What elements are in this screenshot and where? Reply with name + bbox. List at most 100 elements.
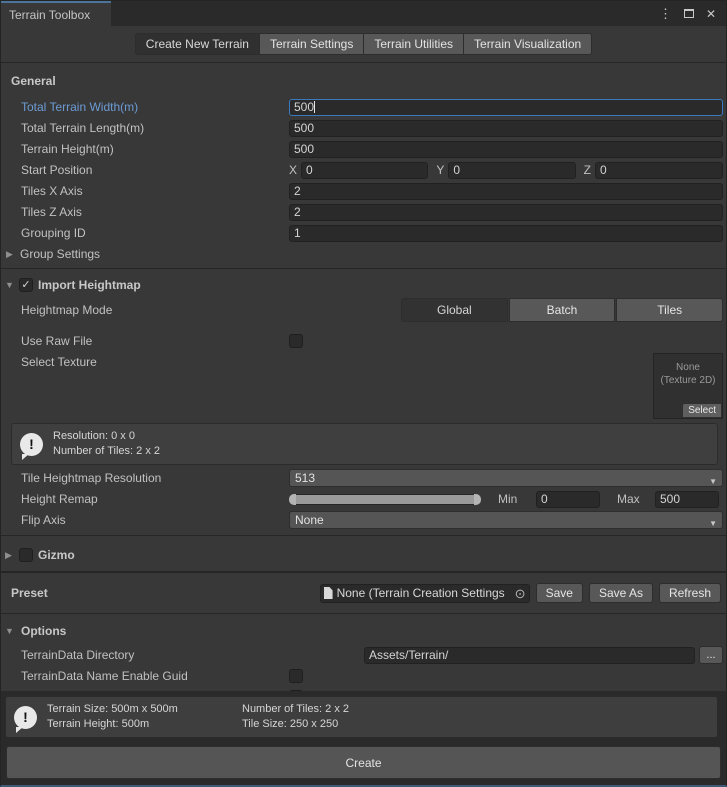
slider-max-handle[interactable] [474, 494, 481, 505]
tile-size-text: Tile Size: 250 x 250 [242, 717, 349, 732]
grouping-id-input[interactable]: 1 [289, 225, 723, 242]
flip-axis-dropdown[interactable]: None ▼ [289, 511, 723, 529]
mode-button-label: Global [437, 303, 472, 317]
save-as-button[interactable]: Save As [589, 583, 653, 603]
heightmap-mode-label: Heightmap Mode [21, 303, 112, 317]
total-terrain-width-input[interactable]: 500 [289, 99, 723, 116]
mode-button-label: Tiles [657, 303, 682, 317]
start-position-z: Z 0 [584, 162, 723, 179]
total-terrain-length-label: Total Terrain Length(m) [21, 121, 289, 135]
close-icon[interactable]: ✕ [706, 8, 716, 20]
create-button[interactable]: Create [6, 746, 721, 779]
tab-terrain-settings[interactable]: Terrain Settings [259, 33, 364, 55]
y-axis-label: Y [436, 163, 444, 177]
exclaim-glyph: ! [23, 709, 28, 725]
import-heightmap-label: Import Heightmap [38, 278, 141, 292]
browse-button[interactable]: ... [699, 646, 723, 664]
start-position-y: Y 0 [436, 162, 575, 179]
tiles-line: Number of Tiles: 2 x 2 [53, 444, 160, 459]
window-menu-icon[interactable]: ⋮ [659, 7, 672, 20]
main-content: General Total Terrain Width(m) 500 Total… [1, 63, 726, 691]
select-texture-row: Select Texture None (Texture 2D) Select [1, 353, 726, 419]
summary-right-column: Number of Tiles: 2 x 2 Tile Size: 250 x … [242, 702, 349, 732]
save-button[interactable]: Save [536, 583, 583, 603]
height-remap-max-input[interactable]: 500 [655, 491, 719, 508]
total-terrain-width-row: Total Terrain Width(m) 500 [1, 97, 726, 117]
total-terrain-length-row: Total Terrain Length(m) 500 [1, 118, 726, 138]
terraindata-directory-label: TerrainData Directory [21, 648, 364, 662]
min-label: Min [498, 492, 528, 506]
gizmo-checkbox[interactable] [19, 548, 33, 562]
terrain-size-text: Terrain Size: 500m x 500m [47, 702, 242, 717]
tab-terrain-visualization[interactable]: Terrain Visualization [463, 33, 592, 55]
terrain-height-input[interactable]: 500 [289, 141, 723, 158]
tiles-z-axis-row: Tiles Z Axis 2 [1, 202, 726, 222]
terrain-toolbox-window: Terrain Toolbox ⋮ ✕ Create New Terrain T… [0, 0, 727, 787]
start-position-z-input[interactable]: 0 [595, 162, 723, 179]
foldout-closed-icon: ▶ [6, 249, 20, 260]
grouping-id-row: Grouping ID 1 [1, 223, 726, 243]
terrain-height-row: Terrain Height(m) 500 [1, 139, 726, 159]
mode-button-label: Batch [547, 303, 578, 317]
tiles-z-axis-input[interactable]: 2 [289, 204, 723, 221]
texture-none-line1: None [654, 361, 722, 374]
preset-label: Preset [11, 586, 48, 600]
import-heightmap-checkbox[interactable]: ✓ [19, 278, 33, 292]
start-position-fields: X 0 Y 0 Z 0 [289, 162, 723, 179]
text-caret [314, 101, 315, 113]
terraindata-name-guid-label: TerrainData Name Enable Guid [21, 669, 289, 683]
total-terrain-length-input[interactable]: 500 [289, 120, 723, 137]
import-heightmap-header-row: ▼ ✓ Import Heightmap [1, 275, 726, 295]
foldout-closed-icon[interactable]: ▶ [5, 550, 19, 561]
select-texture-label: Select Texture [21, 355, 289, 369]
terrain-height-label: Terrain Height(m) [21, 142, 289, 156]
tab-create-new-terrain[interactable]: Create New Terrain [135, 33, 260, 55]
resolution-helpbox: ! Resolution: 0 x 0 Number of Tiles: 2 x… [11, 423, 718, 465]
use-raw-file-checkbox[interactable] [289, 334, 303, 348]
terraindata-name-guid-checkbox[interactable] [289, 669, 303, 683]
heightmap-mode-global-button[interactable]: Global [401, 298, 508, 322]
start-position-x: X 0 [289, 162, 428, 179]
tiles-x-axis-input[interactable]: 2 [289, 183, 723, 200]
slider-min-handle[interactable] [289, 494, 296, 505]
heightmap-mode-batch-button[interactable]: Batch [509, 298, 616, 322]
exclaim-glyph: ! [29, 436, 34, 452]
tab-label: Terrain Utilities [374, 37, 453, 51]
options-header-row[interactable]: ▼ Options [1, 622, 726, 640]
max-label: Max [617, 492, 649, 506]
flip-axis-label: Flip Axis [21, 513, 289, 527]
gizmo-label: Gizmo [38, 548, 75, 562]
heightmap-mode-tiles-button[interactable]: Tiles [616, 298, 723, 322]
tiles-x-axis-row: Tiles X Axis 2 [1, 181, 726, 201]
window-title: Terrain Toolbox [9, 8, 90, 22]
use-raw-file-label: Use Raw File [21, 334, 289, 348]
check-icon: ✓ [21, 280, 30, 291]
section-divider [1, 613, 726, 614]
texture-select-button[interactable]: Select [683, 404, 721, 417]
slider-fill [295, 495, 475, 504]
heightmap-mode-row: Heightmap Mode Global Batch Tiles [1, 296, 726, 324]
tile-heightmap-resolution-dropdown[interactable]: 513 ▼ [289, 469, 723, 487]
gizmo-row: ▶ Gizmo [1, 544, 726, 566]
refresh-button[interactable]: Refresh [659, 583, 721, 603]
height-remap-slider[interactable] [289, 494, 481, 505]
foldout-open-icon[interactable]: ▼ [5, 280, 19, 290]
general-section-header: General [1, 63, 726, 97]
terraindata-directory-row: TerrainData Directory Assets/Terrain/ ..… [1, 645, 726, 665]
maximize-icon[interactable] [684, 9, 694, 18]
start-position-x-input[interactable]: 0 [301, 162, 428, 179]
tab-terrain-utilities[interactable]: Terrain Utilities [363, 33, 464, 55]
height-remap-min-input[interactable]: 0 [536, 491, 600, 508]
terrain-height-text: Terrain Height: 500m [47, 717, 242, 732]
texture-object-picker[interactable]: None (Texture 2D) Select [653, 353, 723, 419]
footer: ! Terrain Size: 500m x 500m Terrain Heig… [1, 691, 726, 785]
tiles-x-axis-label: Tiles X Axis [21, 184, 289, 198]
group-settings-foldout[interactable]: ▶ Group Settings [1, 244, 726, 264]
terraindata-name-guid-row: TerrainData Name Enable Guid [1, 666, 726, 686]
summary-columns: Terrain Size: 500m x 500m Terrain Height… [47, 702, 709, 732]
terraindata-directory-input[interactable]: Assets/Terrain/ [364, 647, 695, 664]
start-position-y-input[interactable]: 0 [448, 162, 575, 179]
preset-object-field[interactable]: None (Terrain Creation Settings ⊙ [320, 584, 530, 603]
object-picker-icon[interactable]: ⊙ [515, 587, 526, 600]
window-tab-terrain-toolbox[interactable]: Terrain Toolbox [1, 1, 111, 26]
